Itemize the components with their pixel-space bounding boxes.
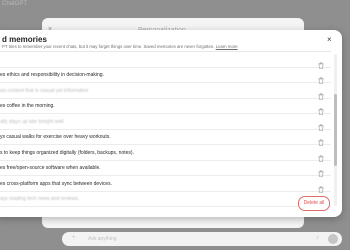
memory-text: es coffee in the morning. — [0, 103, 55, 109]
memory-item: ays reading tech news and reviews. — [0, 192, 331, 208]
saved-memories-modal: d memories × PT tries to remember your r… — [0, 30, 342, 217]
memory-text: ays reading tech news and reviews. — [0, 196, 80, 202]
memory-text: es free/open-source software when availa… — [0, 165, 101, 171]
memory-item: es free/open-source software when availa… — [0, 161, 331, 177]
mic-icon: ♪ — [316, 235, 319, 241]
modal-title: d memories — [2, 35, 47, 44]
close-icon[interactable]: × — [327, 35, 332, 44]
memory-item — [0, 207, 331, 217]
memory-item — [0, 52, 331, 69]
memory-text: es cross-platform apps that sync between… — [0, 180, 112, 187]
memory-item: ws content that is casual yet informativ… — [0, 83, 331, 100]
memory-item: s to keep things organized digitally (fo… — [0, 145, 331, 162]
trash-icon[interactable] — [318, 87, 324, 100]
trash-icon[interactable] — [318, 211, 324, 217]
chat-input-background: + Ask anything ♪ — [62, 232, 342, 246]
voice-mode-icon — [328, 234, 338, 244]
modal-subtitle: PT tries to remember your recent chats, … — [2, 44, 238, 49]
trash-icon[interactable] — [318, 118, 324, 131]
modal-subtitle-text: PT tries to remember your recent chats, … — [2, 44, 215, 49]
memory-list: es ethics and responsibility in decision… — [0, 51, 331, 217]
memory-text: ws content that is casual yet informativ… — [0, 87, 89, 94]
delete-all-button[interactable]: Delete all — [298, 196, 330, 211]
trash-icon[interactable] — [318, 149, 324, 162]
learn-more-link[interactable]: Learn more — [216, 44, 238, 49]
trash-icon[interactable] — [318, 102, 324, 115]
trash-icon[interactable] — [318, 133, 324, 146]
chat-input-placeholder: Ask anything — [88, 236, 117, 242]
memory-item: es ethics and responsibility in decision… — [0, 68, 331, 84]
memory-item: es coffee in the morning. — [0, 99, 331, 115]
memory-item: ys casual walks for exercise over heavy … — [0, 130, 331, 146]
memory-text: s to keep things organized digitally (fo… — [0, 149, 134, 156]
trash-icon[interactable] — [318, 180, 324, 193]
memory-text: ys casual walks for exercise over heavy … — [0, 134, 111, 140]
trash-icon[interactable] — [318, 71, 324, 84]
plus-icon: + — [72, 235, 76, 241]
memory-item: ally stays up late tonight well. — [0, 114, 331, 131]
memory-text: es ethics and responsibility in decision… — [0, 72, 104, 78]
memory-item: es cross-platform apps that sync between… — [0, 176, 331, 193]
trash-icon[interactable] — [318, 164, 324, 177]
memory-text: ally stays up late tonight well. — [0, 118, 65, 125]
scrollbar[interactable] — [334, 54, 337, 206]
trash-icon[interactable] — [318, 56, 324, 69]
app-title-background: ChatGPT — [2, 1, 28, 7]
scrollbar-thumb[interactable] — [334, 94, 337, 166]
